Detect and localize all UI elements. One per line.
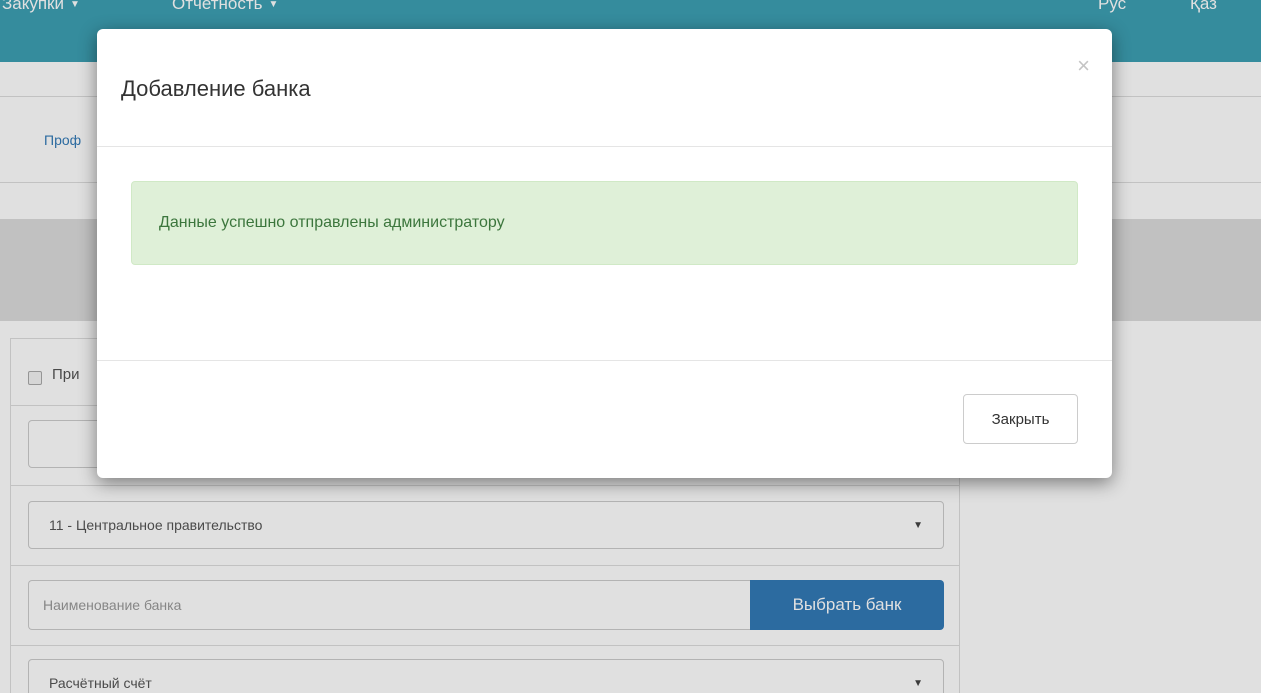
- modal-title: Добавление банка: [121, 76, 311, 101]
- close-icon[interactable]: ×: [1077, 55, 1090, 77]
- close-button[interactable]: Закрыть: [963, 394, 1078, 444]
- page: Закупки ▼ Отчетность ▼ Рус Қаз Проф При …: [0, 0, 1261, 693]
- modal-header: Добавление банка ×: [97, 29, 1112, 147]
- modal-footer: Закрыть: [97, 360, 1112, 478]
- add-bank-modal: Добавление банка × Данные успешно отправ…: [97, 29, 1112, 478]
- success-alert-text: Данные успешно отправлены администратору: [159, 214, 505, 231]
- success-alert: Данные успешно отправлены администратору: [131, 181, 1078, 265]
- modal-body: Данные успешно отправлены администратору: [97, 148, 1112, 360]
